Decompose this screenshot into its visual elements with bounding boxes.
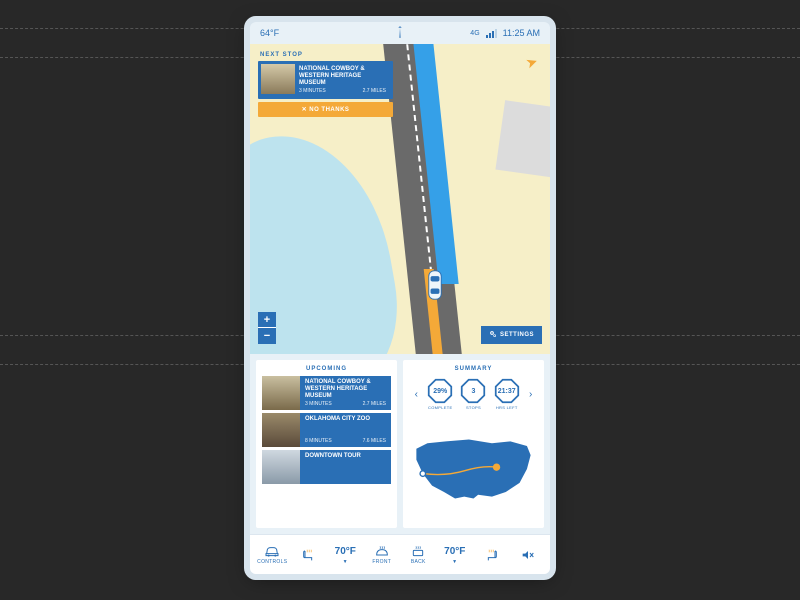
summary-panel: SUMMARY ‹ 29% COMPLETE 3 STOPS 21:37 HRS…	[403, 360, 544, 528]
clock: 11:25 AM	[503, 28, 540, 38]
zoom-in-button[interactable]: +	[258, 312, 276, 328]
compass-icon[interactable]: ➤	[524, 53, 541, 73]
upcoming-item[interactable]: NATIONAL COWBOY & WESTERN HERITAGE MUSEU…	[262, 376, 391, 410]
next-stop-title: NATIONAL COWBOY & WESTERN HERITAGE MUSEU…	[299, 66, 386, 88]
upcoming-title: UPCOMING	[262, 366, 391, 372]
vehicle-touchscreen: 64°F 4G 11:25 AM ➤ NEXT STOP NATIONAL CO…	[250, 22, 550, 574]
upcoming-item-time: 3 MINUTES	[305, 401, 332, 407]
climate-controls-bar: CONTROLS 70°F ▼ FRONT BACK 70°F ▼	[250, 534, 550, 574]
map-building	[495, 100, 550, 178]
upcoming-item-distance: 7.6 MILES	[363, 438, 386, 444]
next-stop-body[interactable]: NATIONAL COWBOY & WESTERN HERITAGE MUSEU…	[258, 61, 393, 99]
no-thanks-button[interactable]: NO THANKS	[258, 102, 393, 117]
upcoming-item-title: DOWNTOWN TOUR	[305, 453, 386, 460]
car-icon	[264, 544, 280, 558]
stat-stops: 3 STOPS	[460, 378, 486, 410]
upcoming-panel: UPCOMING NATIONAL COWBOY & WESTERN HERIT…	[256, 360, 397, 528]
next-stop-distance: 2.7 MILES	[363, 88, 386, 94]
next-stop-time: 3 MINUTES	[299, 88, 326, 94]
outside-temperature: 64°F	[260, 28, 279, 38]
summary-next-button[interactable]: ›	[527, 389, 534, 400]
next-stop-card: NEXT STOP NATIONAL COWBOY & WESTERN HERI…	[258, 52, 393, 117]
seat-heat-right-icon	[483, 548, 499, 562]
navigation-map[interactable]: ➤ NEXT STOP NATIONAL COWBOY & WESTERN HE…	[250, 44, 550, 354]
upcoming-item-title: NATIONAL COWBOY & WESTERN HERITAGE MUSEU…	[305, 379, 386, 401]
seat-heat-left-button[interactable]	[291, 548, 328, 562]
settings-label: SETTINGS	[500, 332, 534, 338]
settings-button[interactable]: SETTINGS	[481, 326, 542, 344]
upcoming-item-title: OKLAHOMA CITY ZOO	[305, 416, 386, 423]
defrost-rear-icon	[410, 544, 426, 558]
temp-left-button[interactable]: 70°F ▼	[327, 544, 364, 565]
defrost-front-icon	[374, 544, 390, 558]
gear-icon	[489, 330, 497, 340]
seat-heat-right-button[interactable]	[473, 548, 510, 562]
controls-button[interactable]: CONTROLS	[254, 544, 291, 565]
upcoming-image	[262, 450, 300, 484]
next-stop-image	[261, 64, 295, 94]
stat-hours: 21:37 HRS LEFT	[494, 378, 520, 410]
signal-icon	[486, 28, 497, 38]
upcoming-image	[262, 376, 300, 410]
volume-mute-button[interactable]	[510, 548, 547, 562]
status-bar: 64°F 4G 11:25 AM	[250, 22, 550, 44]
volume-mute-icon	[520, 548, 536, 562]
upcoming-item[interactable]: OKLAHOMA CITY ZOO 8 MINUTES 7.6 MILES	[262, 413, 391, 447]
upcoming-item-distance: 2.7 MILES	[363, 401, 386, 407]
seat-heat-left-icon	[301, 548, 317, 562]
upcoming-item[interactable]: DOWNTOWN TOUR	[262, 450, 391, 484]
defrost-rear-button[interactable]: BACK	[400, 544, 437, 565]
upcoming-image	[262, 413, 300, 447]
zoom-out-button[interactable]: −	[258, 328, 276, 344]
network-label: 4G	[470, 30, 479, 37]
trip-overview-map[interactable]	[409, 416, 538, 522]
zoom-controls: + −	[258, 312, 276, 344]
temp-left-icon: 70°F	[337, 544, 353, 558]
info-panels: UPCOMING NATIONAL COWBOY & WESTERN HERIT…	[250, 354, 550, 534]
tesla-logo	[393, 25, 407, 41]
upcoming-item-time: 8 MINUTES	[305, 438, 332, 444]
temp-right-button[interactable]: 70°F ▼	[437, 544, 474, 565]
stat-complete: 29% COMPLETE	[427, 378, 453, 410]
vehicle-marker	[426, 269, 444, 301]
summary-prev-button[interactable]: ‹	[413, 389, 420, 400]
summary-title: SUMMARY	[409, 366, 538, 372]
temp-right-icon: 70°F	[447, 544, 463, 558]
next-stop-label: NEXT STOP	[258, 52, 393, 58]
defrost-front-button[interactable]: FRONT	[364, 544, 401, 565]
